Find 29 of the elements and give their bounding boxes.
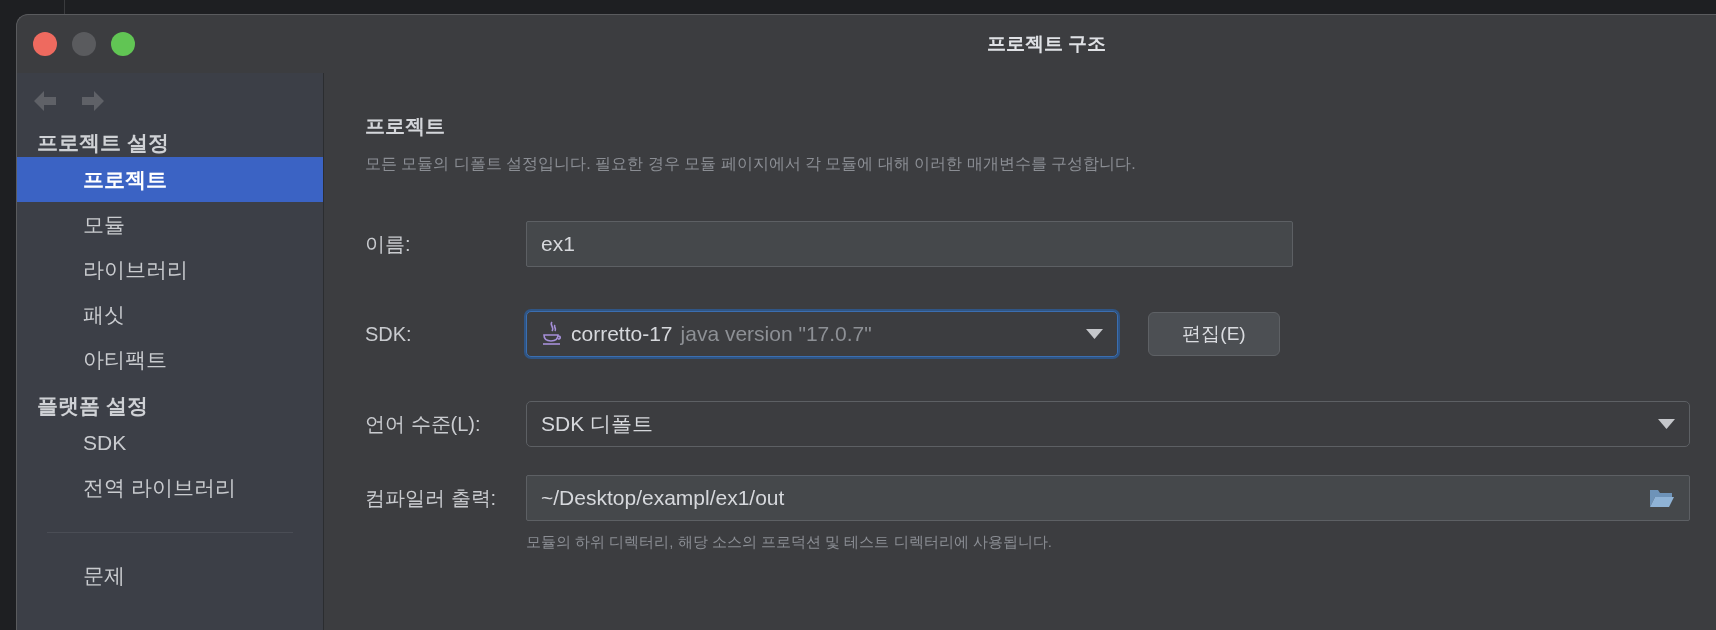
- sidebar-item[interactable]: 문제: [17, 553, 323, 598]
- sidebar-section-title: 프로젝트 설정: [36, 130, 170, 156]
- language-level-dropdown[interactable]: SDK 디폴트: [526, 401, 1690, 447]
- field-label: 언어 수준(L):: [365, 411, 482, 437]
- close-button[interactable]: [33, 32, 57, 56]
- sidebar-item[interactable]: 패싯: [17, 292, 323, 337]
- sidebar-item[interactable]: 아티팩트: [17, 337, 323, 382]
- edit-button[interactable]: 편집(E): [1148, 312, 1280, 356]
- compiler-output-field[interactable]: ~/Desktop/exampl/ex1/out: [526, 475, 1690, 521]
- field-label: 컴파일러 출력:: [365, 485, 498, 511]
- sdk-dropdown[interactable]: corretto-17 java version "17.0.7": [526, 311, 1118, 357]
- sidebar-item[interactable]: SDK: [17, 420, 323, 465]
- sidebar-item[interactable]: 프로젝트: [17, 157, 323, 202]
- coffee-cup-icon: [541, 320, 563, 348]
- section-heading: 프로젝트: [365, 114, 446, 139]
- hint-text: 모듈의 하위 디렉터리, 해당 소스의 프로덕션 및 테스트 디렉터리에 사용됩니다.: [526, 533, 1053, 552]
- zoom-button[interactable]: [111, 32, 135, 56]
- dropdown-caret-icon: [1086, 329, 1103, 339]
- sidebar-section-title: 플랫폼 설정: [36, 393, 149, 419]
- dropdown-caret-icon: [1658, 419, 1675, 429]
- field-label: 이름:: [365, 231, 412, 257]
- section-description: 모든 모듈의 디폴트 설정입니다. 필요한 경우 모듈 페이지에서 각 모듈에 대해 이러한 매개변수를 구성합니다.: [365, 154, 1137, 174]
- field-label: SDK:: [365, 322, 413, 346]
- window-title: 프로젝트 구조: [986, 32, 1107, 56]
- sidebar-item[interactable]: 전역 라이브러리: [17, 465, 323, 510]
- name-input[interactable]: ex1: [526, 221, 1293, 267]
- sidebar-item[interactable]: 라이브러리: [17, 247, 323, 292]
- folder-icon[interactable]: [1649, 488, 1675, 508]
- sidebar-item[interactable]: 모듈: [17, 202, 323, 247]
